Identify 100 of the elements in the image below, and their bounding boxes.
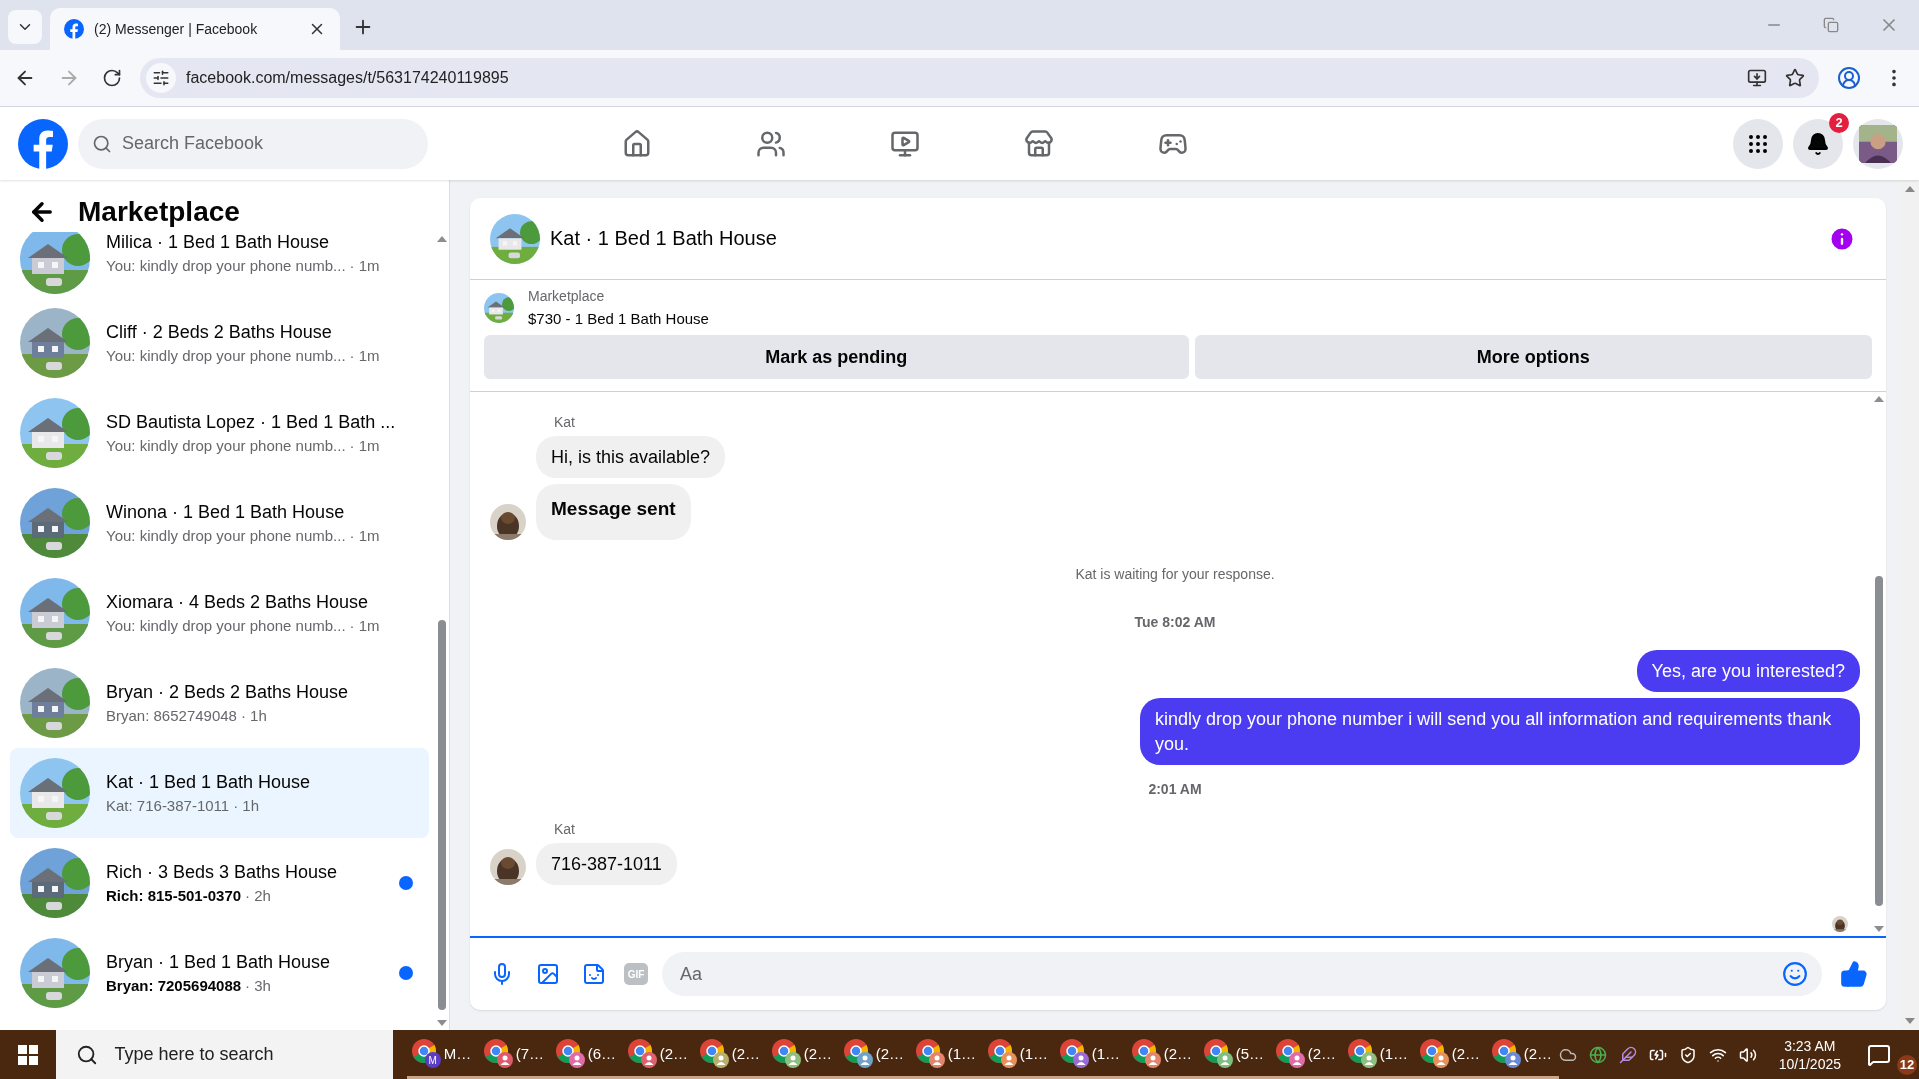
conversation-item[interactable]: Cliff · 2 Beds 2 Baths House You: kindly drop your phone numb... · 1m (10, 298, 429, 388)
bell-icon (1806, 131, 1830, 156)
action-button[interactable]: More options (1194, 335, 1872, 379)
browser-tab[interactable]: (2) Messenger | Facebook (50, 8, 340, 50)
scroll-up-icon[interactable] (1874, 394, 1884, 402)
taskbar-app[interactable]: (2… (1414, 1030, 1487, 1079)
conversation-title: Milica · 1 Bed 1 Bath House (106, 232, 331, 253)
message-time: · 1m (349, 347, 380, 364)
conversation-item[interactable]: SD Bautista Lopez · 1 Bed 1 Bath ... You: kindly drop your phone numb... · 1m (10, 388, 429, 478)
scroll-down-icon[interactable] (1874, 926, 1884, 934)
windows-logo-icon (18, 1044, 39, 1065)
conversation-title: Bryan · 1 Bed 1 Bath House (106, 952, 332, 973)
conversation-item[interactable]: Bryan · 1 Bed 1 Bath House Bryan: 7205694088 · 3h (10, 928, 429, 1018)
conversation-title: Xiomara · 4 Beds 2 Baths House (106, 592, 370, 613)
globe-icon[interactable] (1588, 1045, 1607, 1064)
volume-icon[interactable] (1738, 1045, 1757, 1064)
search-field[interactable]: Search Facebook (78, 118, 428, 169)
taskbar-app[interactable]: (1… (1054, 1030, 1127, 1079)
conversation-item[interactable]: Rich · 3 Beds 3 Baths House Rich: 815-501-0370 · 2h (10, 838, 429, 928)
conversation-title: SD Bautista Lopez · 1 Bed 1 Bath ... (106, 412, 397, 433)
badge-letter: M (427, 1053, 438, 1068)
conversation-title: Kat · 1 Bed 1 Bath House (106, 772, 312, 793)
taskbar-app[interactable]: (2… (694, 1030, 767, 1079)
message-bubble: Message sent (536, 484, 691, 540)
message-time: · 1m (349, 257, 380, 274)
timestamp: Tue 8:02 AM (1134, 613, 1216, 630)
notification-badge: 2 (1829, 112, 1849, 133)
taskbar-app[interactable]: (2… (622, 1030, 695, 1079)
taskbar-app[interactable]: (2… (766, 1030, 839, 1079)
taskbar-app[interactable]: (1… (982, 1030, 1055, 1079)
taskbar-app[interactable]: (2… (1270, 1030, 1343, 1079)
menu-button[interactable] (1733, 118, 1783, 169)
message-time: · 1m (349, 437, 380, 454)
message-preview: Rich: 815-501-0370 (106, 887, 242, 904)
taskbar-app[interactable]: (1… (1342, 1030, 1415, 1079)
conversation-title: Rich · 3 Beds 3 Baths House (106, 862, 339, 883)
message-icon (1867, 1042, 1891, 1067)
message-time: · 1m (349, 617, 380, 634)
scroll-down-icon[interactable] (437, 1020, 447, 1028)
taskbar-search-field[interactable]: Type here to search (56, 1030, 393, 1079)
sender-name: Kat (554, 414, 576, 430)
message-time: · 2h (245, 887, 271, 904)
scrollbar[interactable] (1900, 180, 1919, 1030)
scroll-up-icon[interactable] (437, 234, 447, 242)
message-time: · 1h (233, 797, 259, 814)
clock[interactable]: 3:23 AM 10/1/2025 (1768, 1037, 1851, 1072)
search-icon (76, 1043, 99, 1066)
taskbar-app[interactable]: M M… (406, 1030, 479, 1079)
facebook-logo-icon[interactable] (18, 118, 68, 169)
message-time: · 3h (245, 977, 271, 994)
conversation-item[interactable]: Winona · 1 Bed 1 Bath House You: kindly drop your phone numb... · 1m (10, 478, 429, 568)
action-button[interactable]: Mark as pending (484, 335, 1189, 379)
sender-name: Kat (554, 820, 576, 837)
message-preview: You: kindly drop your phone numb... (106, 257, 346, 274)
taskbar-app[interactable]: (2… (1486, 1030, 1559, 1079)
message-bubble: Yes, are you interested? (1636, 649, 1860, 693)
thread-title: Kat · 1 Bed 1 Bath House (550, 227, 777, 250)
taskbar-app[interactable]: (7… (478, 1030, 551, 1079)
taskbar-app[interactable]: (1… (910, 1030, 983, 1079)
account-button[interactable] (1853, 118, 1903, 169)
unread-dot (399, 876, 413, 890)
taskbar-app[interactable]: (2… (838, 1030, 911, 1079)
sidebar-title: Marketplace (78, 196, 240, 228)
feather-icon[interactable] (1618, 1045, 1637, 1064)
message-input[interactable]: Aa (678, 962, 1778, 986)
status-notice: Kat is waiting for your response. (1075, 565, 1275, 582)
conversation-item[interactable]: Xiomara · 4 Beds 2 Baths House You: kindly drop your phone numb... · 1m (10, 568, 429, 658)
address-bar[interactable]: facebook.com/messages/t/563174240119895 (140, 58, 1819, 98)
notifications-button[interactable] (1793, 118, 1843, 169)
message-preview: You: kindly drop your phone numb... (106, 527, 346, 544)
taskbar-app[interactable]: (5… (1198, 1030, 1271, 1079)
taskbar-app[interactable]: (2… (1126, 1030, 1199, 1079)
conversation-title: Bryan · 2 Beds 2 Baths House (106, 682, 350, 703)
unread-dot (399, 966, 413, 980)
facebook-logo-icon[interactable] (64, 19, 84, 39)
taskbar-app[interactable]: (6… (550, 1030, 623, 1079)
conversation-item[interactable]: Bryan · 2 Beds 2 Baths House Bryan: 8652749048 · 1h (10, 658, 429, 748)
conversation-item[interactable]: Milica · 1 Bed 1 Bath House You: kindly drop your phone numb... · 1m (10, 232, 429, 298)
message-preview: You: kindly drop your phone numb... (106, 437, 346, 454)
message-preview: You: kindly drop your phone numb... (106, 347, 346, 364)
scroll-down-icon[interactable] (1904, 1018, 1915, 1026)
site-settings-icon[interactable] (146, 63, 176, 93)
listing-label: Marketplace (528, 288, 606, 304)
listing-detail: $730 - 1 Bed 1 Bath House (528, 310, 709, 327)
message-bubble: kindly drop your phone number i will send you all information and requirements thank you. (1140, 698, 1860, 765)
message-preview: Bryan: 7205694088 (106, 977, 242, 994)
conversation-item[interactable]: Kat · 1 Bed 1 Bath House Kat: 716-387-1011 · 1h (10, 748, 429, 838)
conversation-title: Cliff · 2 Beds 2 Baths House (106, 322, 333, 343)
shield-icon[interactable] (1678, 1045, 1697, 1064)
message-bubble: Hi, is this available? (536, 436, 726, 479)
message-time: · 1h (240, 707, 267, 724)
message-preview: You: kindly drop your phone numb... (106, 617, 346, 634)
conversation-title: Winona · 1 Bed 1 Bath House (106, 502, 346, 523)
message-time: · 1m (349, 527, 380, 544)
message-field[interactable]: Aa (662, 952, 1822, 996)
message-preview: Kat: 716-387-1011 (106, 797, 230, 814)
timestamp: 2:01 AM (1148, 780, 1202, 797)
scroll-up-icon[interactable] (1904, 184, 1915, 192)
message-preview: Bryan: 8652749048 (106, 707, 237, 724)
notification-badge: 12 (1897, 1054, 1917, 1075)
